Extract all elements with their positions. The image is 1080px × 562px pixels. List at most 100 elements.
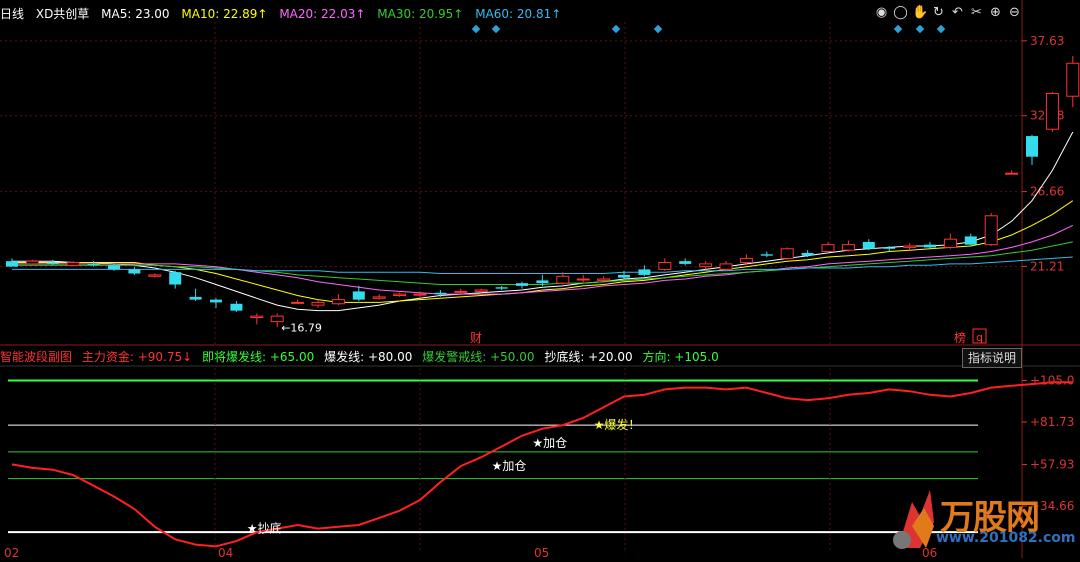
- candle: [739, 254, 753, 264]
- candle-body: [618, 274, 630, 278]
- candle: [189, 288, 202, 302]
- candle: [291, 299, 305, 304]
- price-tick-label: 37.63: [1030, 34, 1064, 48]
- signal-label: ★抄底: [247, 521, 282, 536]
- candle-body: [984, 215, 998, 246]
- candle-body: [46, 262, 59, 264]
- low-price-label: ←16.79: [281, 321, 322, 334]
- refresh-icon[interactable]: ↻: [931, 4, 946, 22]
- signal-label: ★爆发！: [594, 417, 641, 432]
- add-icon[interactable]: ⊕: [988, 4, 1003, 22]
- candle: [46, 259, 59, 266]
- about-to-burst-value: 即将爆发线: +65.00: [202, 350, 315, 364]
- candle: [128, 266, 141, 275]
- indicator-name[interactable]: 智能波段副图: [0, 350, 72, 364]
- candle-body: [862, 241, 875, 249]
- candle-body: [210, 299, 222, 303]
- circle-icon[interactable]: ◯: [893, 4, 908, 22]
- signal-diamond-icon: [491, 24, 501, 34]
- bottom-line-value: 抄底线: +20.00: [544, 350, 633, 364]
- direction-value: 方向: +105.0: [642, 350, 719, 364]
- candle-body: [1066, 62, 1080, 97]
- candle-body: [1005, 172, 1019, 175]
- undo-icon[interactable]: ↶: [950, 4, 965, 22]
- signal-label: ★加仓: [532, 436, 567, 450]
- candle-body: [372, 296, 386, 299]
- stock-name: XD共创草: [35, 7, 90, 21]
- candle-body: [25, 260, 39, 265]
- candle: [903, 243, 917, 251]
- candle: [760, 251, 773, 258]
- ma10-value: MA10: 22.89↑: [181, 7, 268, 21]
- collapse-icon[interactable]: ⊖: [1007, 4, 1022, 22]
- ma20-value: MA20: 22.03↑: [279, 7, 366, 21]
- candle-body: [516, 283, 528, 286]
- candle: [658, 258, 672, 271]
- logo-mark-icon: [893, 490, 934, 549]
- candle: [169, 270, 182, 289]
- candle: [6, 258, 18, 267]
- chart-canvas[interactable]: 37.6332.1826.6621.21←16.79←36.53财榜q+105.…: [0, 0, 1080, 560]
- candle-body: [780, 248, 794, 259]
- candle: [841, 240, 855, 252]
- chart-stage[interactable]: 37.6332.1826.6621.21←16.79←36.53财榜q+105.…: [0, 0, 1080, 560]
- hand-icon[interactable]: ✋: [912, 4, 928, 22]
- ma60-value: MA60: 20.81↑: [475, 7, 562, 21]
- signal-diamond-icon: [915, 24, 925, 34]
- indicator-explain-button[interactable]: 指标说明: [962, 348, 1022, 368]
- burst-warning-value: 爆发警戒线: +50.00: [422, 350, 535, 364]
- candle-body: [576, 278, 590, 281]
- candle: [372, 294, 386, 300]
- signal-diamond-icon: [936, 24, 946, 34]
- candle: [516, 281, 528, 289]
- signal-label: ★加仓: [492, 459, 527, 473]
- chart-toolbar: ◉ ◯ ✋ ↻ ↶ ✂ ⊕ ⊖: [874, 4, 1022, 24]
- candle: [780, 247, 794, 260]
- candle: [230, 301, 243, 313]
- candle: [495, 285, 508, 291]
- candle: [679, 258, 692, 266]
- q-marker: q: [976, 331, 983, 344]
- signal-diamond-icon: [893, 24, 903, 34]
- candle: [393, 292, 407, 297]
- candle-body: [311, 301, 325, 306]
- candle-body: [148, 274, 162, 277]
- x-tick-label: 02: [4, 546, 19, 558]
- candle-body: [719, 263, 733, 270]
- ma30-value: MA30: 20.95↑: [377, 7, 464, 21]
- candle: [454, 288, 468, 295]
- finance-marker: 财: [470, 331, 482, 345]
- indicator-header: 智能波段副图 主力资金: +90.75↓ 即将爆发线: +65.00 爆发线: …: [0, 347, 725, 367]
- period-label[interactable]: 日线: [0, 7, 24, 21]
- candle-body: [434, 292, 447, 295]
- candle-body: [189, 296, 202, 300]
- candle-body: [964, 236, 977, 245]
- candle-body: [87, 263, 100, 266]
- site-logo: 万股网 www.201082.com: [890, 486, 1078, 558]
- ma5-value: MA5: 23.00: [101, 7, 170, 21]
- candle-body: [883, 247, 896, 249]
- candle-body: [108, 265, 120, 270]
- candle: [250, 313, 264, 325]
- candle-body: [1026, 136, 1038, 157]
- signal-diamond-icon: [471, 24, 481, 34]
- candle-body: [6, 261, 18, 267]
- candle-body: [352, 291, 365, 300]
- candle-body: [638, 269, 651, 275]
- candle-body: [413, 293, 427, 296]
- candle-body: [597, 278, 611, 281]
- candle: [25, 259, 39, 266]
- candle: [1066, 55, 1080, 108]
- candle: [719, 261, 733, 271]
- eye-icon[interactable]: ◉: [874, 4, 889, 22]
- price-header: 日线 XD共创草 MA5: 23.00 MA10: 22.89↑ MA20: 2…: [0, 4, 569, 24]
- candle-body: [291, 301, 305, 304]
- price-tick-label: 21.21: [1030, 260, 1064, 274]
- scissors-icon[interactable]: ✂: [969, 4, 984, 22]
- burst-value: 爆发线: +80.00: [324, 350, 413, 364]
- indicator-tick-label: +57.93: [1030, 457, 1074, 471]
- candle-body: [536, 280, 549, 284]
- candle: [148, 273, 162, 278]
- candle: [87, 261, 100, 267]
- candle-body: [739, 257, 753, 264]
